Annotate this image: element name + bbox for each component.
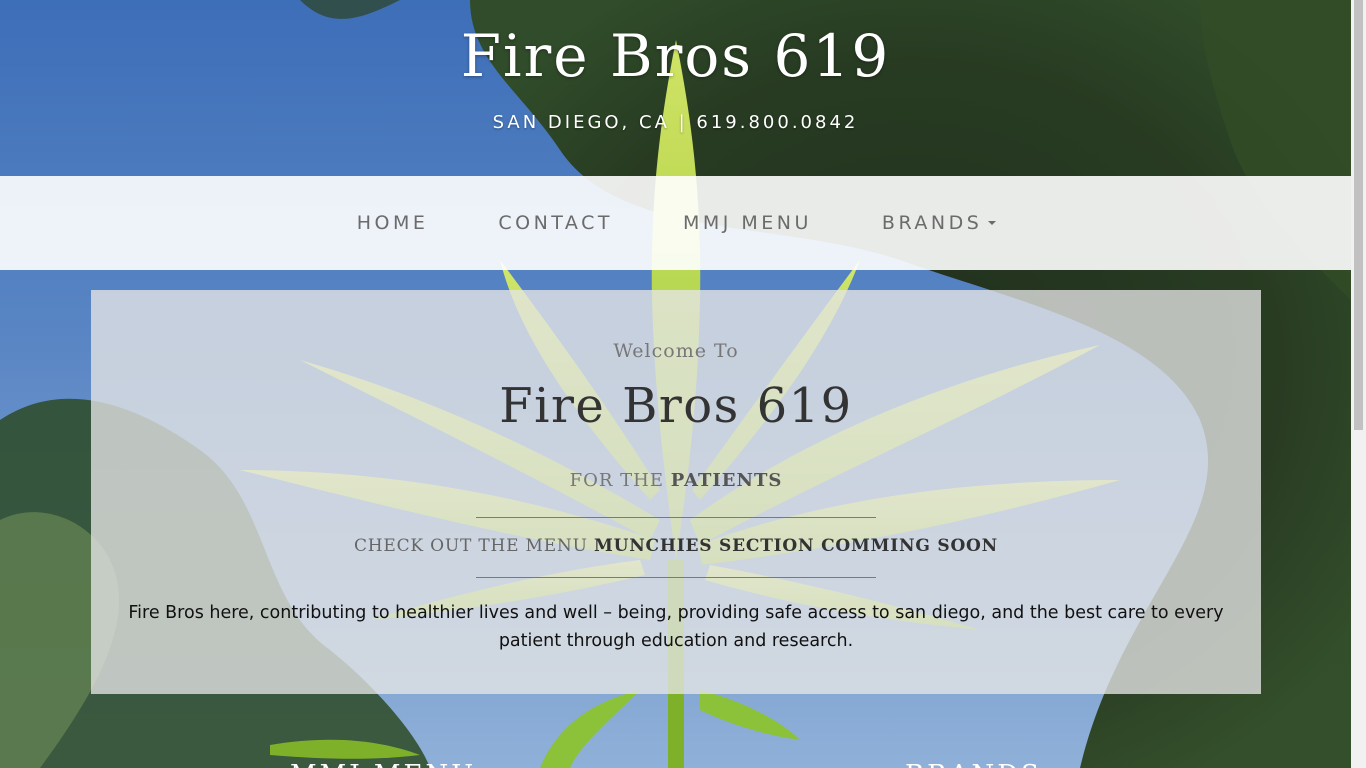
nav-item-mmj-menu[interactable]: MMJ MENU [648, 212, 847, 234]
for-prefix: FOR THE [569, 470, 665, 491]
page-scrollbar[interactable] [1351, 0, 1366, 768]
divider [476, 517, 876, 518]
welcome-panel: Welcome To Fire Bros 619 FOR THE PATIENT… [91, 290, 1261, 694]
nav-item-label: BRANDS [881, 212, 983, 234]
section-heading-mmj-menu: MMJ MENU [290, 760, 476, 768]
nav-item-brands[interactable]: BRANDS [847, 212, 1031, 234]
menu-announcement: CHECK OUT THE MENU MUNCHIES SECTION COMM… [91, 536, 1261, 556]
nav-item-home[interactable]: HOME [322, 212, 464, 234]
nav-list: HOME CONTACT MMJ MENU BRANDS [322, 212, 1032, 234]
nav-item-label: MMJ MENU [682, 212, 812, 234]
nav-item-label: HOME [356, 212, 429, 234]
panel-title: Fire Bros 619 [499, 378, 853, 434]
menu-prefix: CHECK OUT THE MENU [353, 536, 588, 556]
section-heading-brands: BRANDS [905, 760, 1042, 768]
for-strong: PATIENTS [670, 470, 783, 491]
caret-down-icon [988, 221, 997, 225]
site-tagline: SAN DIEGO, CA | 619.800.0842 [492, 112, 859, 133]
nav-item-label: CONTACT [498, 212, 613, 234]
panel-body-text: Fire Bros here, contributing to healthie… [128, 603, 1224, 651]
main-navbar: HOME CONTACT MMJ MENU BRANDS [0, 176, 1351, 270]
nav-item-contact[interactable]: CONTACT [463, 212, 648, 234]
welcome-subheading: Welcome To [613, 340, 739, 362]
site-title: Fire Bros 619 [460, 22, 891, 90]
divider [476, 577, 876, 578]
for-the-patients-line: FOR THE PATIENTS [91, 470, 1261, 491]
scrollbar-thumb[interactable] [1354, 0, 1363, 430]
menu-strong: MUNCHIES SECTION COMMING SOON [593, 536, 999, 556]
